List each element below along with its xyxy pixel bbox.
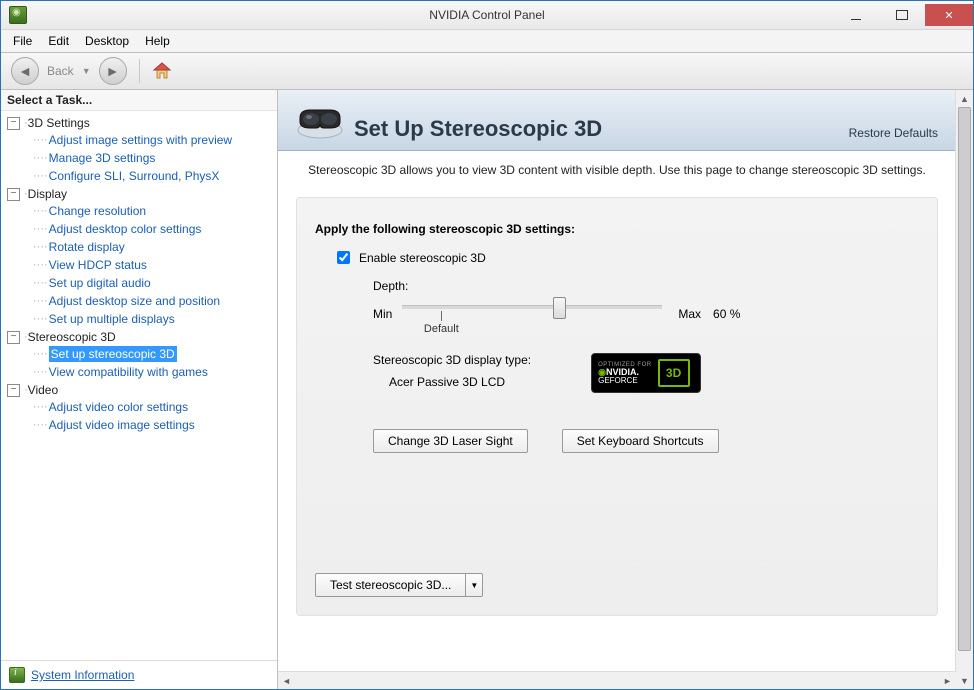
sidebar: Select a Task... −·3D Settings····Adjust…: [1, 90, 278, 689]
depth-max-label: Max: [678, 307, 701, 321]
home-icon[interactable]: [152, 61, 172, 81]
tree-item[interactable]: ····View compatibility with games: [7, 363, 271, 381]
tree-item[interactable]: ····Adjust video color settings: [7, 398, 271, 416]
tree-group[interactable]: −·Video: [7, 382, 271, 398]
tree-item[interactable]: ····Set up stereoscopic 3D: [7, 345, 271, 363]
scroll-right-button[interactable]: ►: [939, 672, 956, 689]
tree-group[interactable]: −·Display: [7, 186, 271, 202]
forward-button[interactable]: ►: [99, 57, 127, 85]
horizontal-scrollbar[interactable]: ◄ ►: [278, 671, 956, 689]
tree-item[interactable]: ····Configure SLI, Surround, PhysX: [7, 167, 271, 185]
menu-desktop[interactable]: Desktop: [79, 32, 135, 50]
set-keyboard-shortcuts-button[interactable]: Set Keyboard Shortcuts: [562, 429, 719, 453]
tree-item[interactable]: ····Set up multiple displays: [7, 310, 271, 328]
display-type-label: Stereoscopic 3D display type:: [373, 353, 531, 367]
section-title: Apply the following stereoscopic 3D sett…: [315, 222, 919, 236]
back-label: Back: [47, 64, 74, 78]
toolbar: ◄ Back ▼ ►: [1, 53, 973, 90]
vertical-scroll-thumb[interactable]: [958, 107, 971, 651]
menu-bar: File Edit Desktop Help: [1, 30, 973, 53]
sidebar-heading: Select a Task...: [1, 90, 277, 111]
stereoscopic-glasses-icon: [296, 100, 344, 142]
depth-slider[interactable]: Default: [402, 299, 662, 329]
tree-item[interactable]: ····Adjust video image settings: [7, 416, 271, 434]
content-area: Set Up Stereoscopic 3D Restore Defaults …: [278, 90, 973, 689]
test-stereoscopic-dropdown[interactable]: ▼: [466, 573, 483, 597]
tree-item[interactable]: ····Change resolution: [7, 202, 271, 220]
tree-group[interactable]: −·Stereoscopic 3D: [7, 329, 271, 345]
back-button[interactable]: ◄: [11, 57, 39, 85]
scroll-left-button[interactable]: ◄: [278, 672, 295, 689]
menu-file[interactable]: File: [7, 32, 38, 50]
menu-edit[interactable]: Edit: [42, 32, 75, 50]
enable-stereoscopic-input[interactable]: [337, 251, 350, 264]
change-laser-sight-button[interactable]: Change 3D Laser Sight: [373, 429, 528, 453]
depth-value: 60: [713, 307, 726, 321]
collapse-icon[interactable]: −: [7, 331, 20, 344]
system-information-link[interactable]: System Information: [31, 668, 134, 682]
tree-group[interactable]: −·3D Settings: [7, 115, 271, 131]
tree-item[interactable]: ····Adjust desktop color settings: [7, 220, 271, 238]
toolbar-separator: [139, 59, 140, 83]
nvidia-3d-badge: OPTIMIZED FOR ◉NVIDIA. GEFORCE 3D: [591, 353, 701, 393]
page-title: Set Up Stereoscopic 3D: [354, 116, 602, 142]
tree-item[interactable]: ····Rotate display: [7, 238, 271, 256]
titlebar[interactable]: NVIDIA Control Panel: [1, 1, 973, 30]
display-type-value: Acer Passive 3D LCD: [389, 375, 531, 389]
enable-stereoscopic-label: Enable stereoscopic 3D: [359, 251, 486, 265]
restore-defaults-link[interactable]: Restore Defaults: [849, 126, 938, 142]
collapse-icon[interactable]: −: [7, 188, 20, 201]
scroll-down-button[interactable]: ▼: [956, 672, 973, 689]
collapse-icon[interactable]: −: [7, 384, 20, 397]
tree-item[interactable]: ····Manage 3D settings: [7, 149, 271, 167]
vertical-scrollbar[interactable]: ▲ ▼: [955, 90, 973, 689]
settings-panel: Apply the following stereoscopic 3D sett…: [296, 197, 938, 616]
enable-stereoscopic-checkbox[interactable]: Enable stereoscopic 3D: [333, 248, 919, 267]
menu-help[interactable]: Help: [139, 32, 176, 50]
window-title: NVIDIA Control Panel: [1, 8, 973, 22]
tree-item[interactable]: ····Adjust desktop size and position: [7, 292, 271, 310]
depth-label: Depth:: [373, 279, 919, 293]
depth-default-label: Default: [424, 323, 459, 335]
page-description: Stereoscopic 3D allows you to view 3D co…: [278, 151, 956, 189]
collapse-icon[interactable]: −: [7, 117, 20, 130]
depth-min-label: Min: [373, 307, 392, 321]
tree-item[interactable]: ····Set up digital audio: [7, 274, 271, 292]
page-header: Set Up Stereoscopic 3D Restore Defaults: [278, 90, 956, 151]
back-history-dropdown[interactable]: ▼: [82, 66, 91, 76]
depth-unit: %: [730, 307, 741, 321]
tree-item[interactable]: ····View HDCP status: [7, 256, 271, 274]
task-tree: −·3D Settings····Adjust image settings w…: [1, 111, 277, 660]
test-stereoscopic-button[interactable]: Test stereoscopic 3D...: [315, 573, 466, 597]
info-icon: [9, 667, 25, 683]
tree-item[interactable]: ····Adjust image settings with preview: [7, 131, 271, 149]
scroll-up-button[interactable]: ▲: [956, 90, 973, 107]
